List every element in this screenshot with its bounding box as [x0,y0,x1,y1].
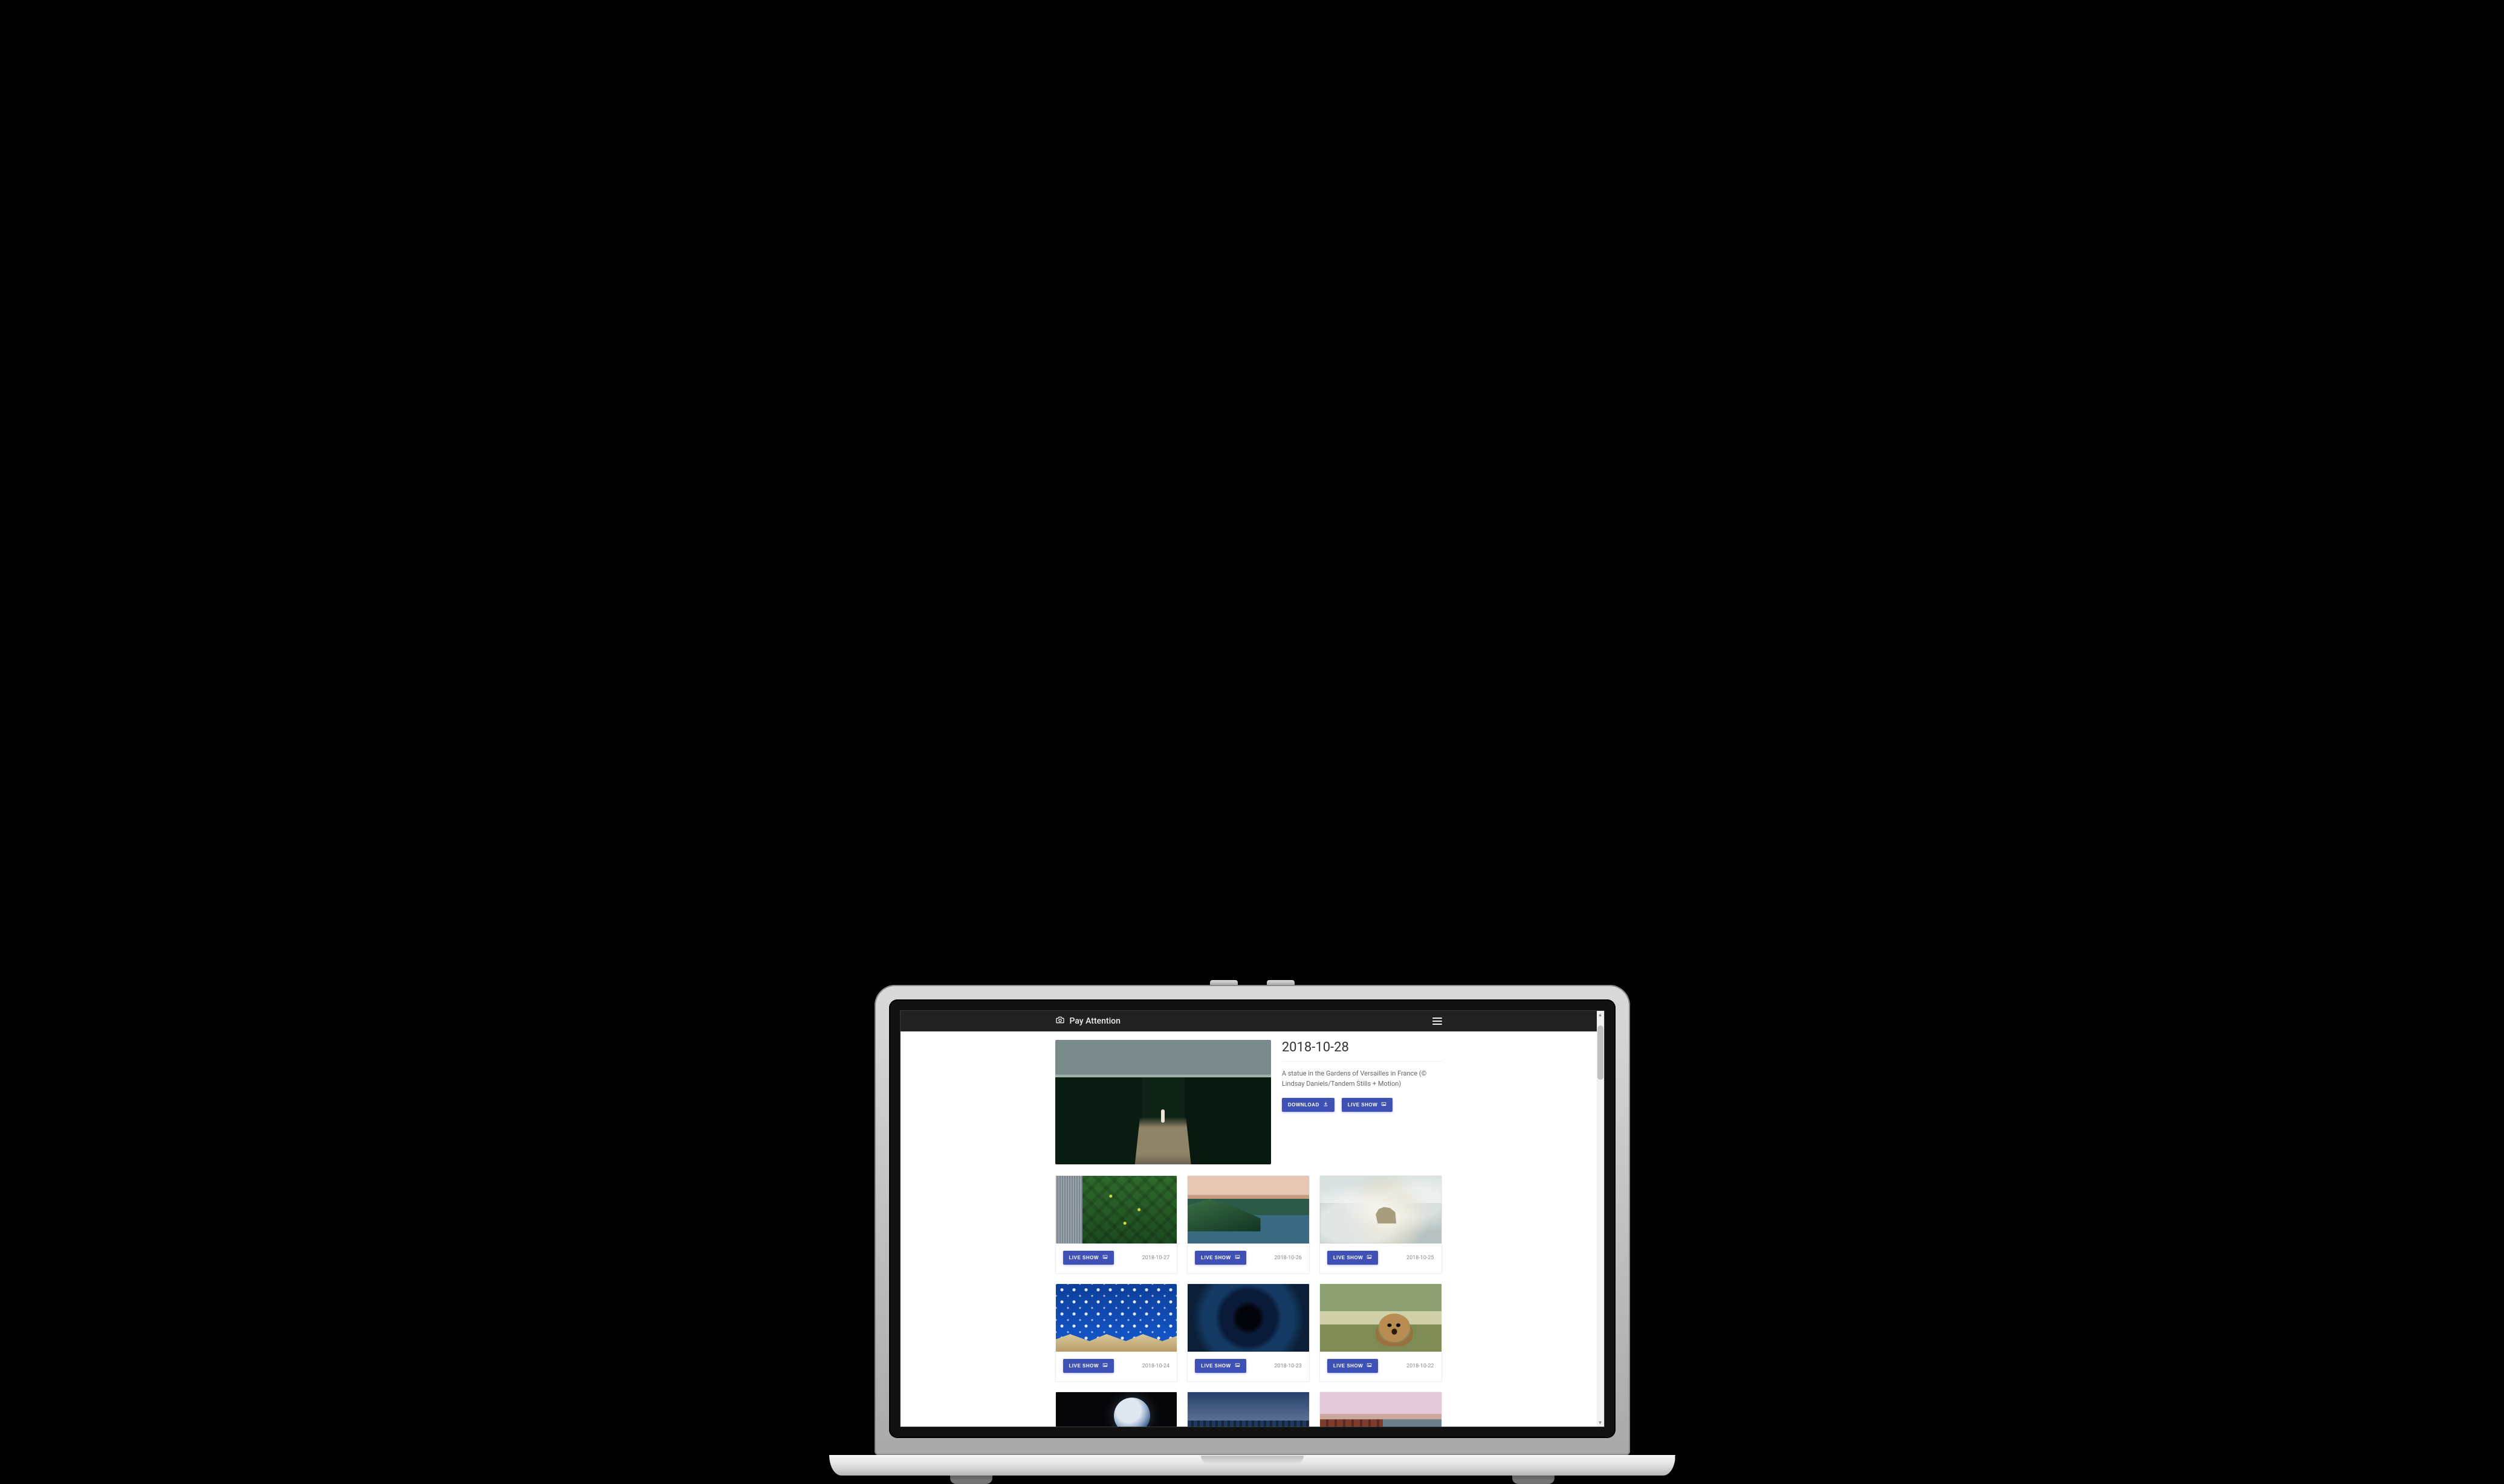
card-liveshow-button[interactable]: LIVE SHOW [1063,1251,1114,1265]
image-icon [1102,1254,1108,1261]
brand-link[interactable]: Pay Attention [1055,1015,1121,1027]
image-icon [1381,1102,1386,1108]
laptop-base [829,1455,1675,1476]
card-liveshow-button[interactable]: LIVE SHOW [1195,1359,1246,1373]
card-thumbnail[interactable] [1320,1284,1441,1352]
card: LIVE SHOW 2018-10-22 [1319,1283,1442,1382]
app-viewport: Pay Attention [901,1011,1597,1427]
card-liveshow-label: LIVE SHOW [1069,1255,1099,1260]
liveshow-label: LIVE SHOW [1348,1102,1377,1108]
scrollbar[interactable]: ▲ ▼ [1597,1011,1604,1427]
download-label: DOWNLOAD [1288,1102,1319,1108]
download-icon [1323,1102,1328,1108]
card-liveshow-button[interactable]: LIVE SHOW [1063,1359,1114,1373]
card-footer: LIVE SHOW 2018-10-26 [1188,1244,1309,1273]
divider [1282,1061,1442,1062]
download-button[interactable]: DOWNLOAD [1282,1098,1334,1112]
scroll-down-icon[interactable]: ▼ [1597,1420,1604,1425]
card-thumbnail[interactable] [1056,1392,1177,1427]
image-icon [1367,1363,1372,1369]
hero: 2018-10-28 A statue in the Gardens of Ve… [1055,1040,1442,1164]
card-thumbnail[interactable] [1056,1284,1177,1352]
brand-title: Pay Attention [1070,1016,1121,1026]
card-date: 2018-10-25 [1406,1255,1434,1261]
card-liveshow-label: LIVE SHOW [1201,1255,1231,1260]
screen: Pay Attention [900,1010,1605,1427]
scroll-up-icon[interactable]: ▲ [1597,1012,1604,1018]
card-footer: LIVE SHOW 2018-10-25 [1320,1244,1441,1273]
card: LIVE SHOW 2018-10-23 [1187,1283,1310,1382]
card-thumbnail[interactable] [1188,1176,1309,1244]
card [1319,1392,1442,1427]
menu-toggle[interactable] [1432,1018,1442,1025]
image-icon [1367,1254,1372,1261]
laptop-mockup: Pay Attention [875,985,1630,1484]
card-footer: LIVE SHOW 2018-10-22 [1320,1352,1441,1381]
hero-meta: 2018-10-28 A statue in the Gardens of Ve… [1282,1040,1442,1164]
card: LIVE SHOW 2018-10-24 [1055,1283,1178,1382]
hero-image[interactable] [1055,1040,1271,1164]
card-liveshow-label: LIVE SHOW [1069,1363,1099,1369]
card-thumbnail[interactable] [1188,1284,1309,1352]
card-footer: LIVE SHOW 2018-10-24 [1056,1352,1177,1381]
screen-bezel: Pay Attention [889,999,1616,1438]
hero-actions: DOWNLOAD LIVE SHOW [1282,1097,1442,1112]
card-date: 2018-10-24 [1142,1363,1170,1369]
card-liveshow-button[interactable]: LIVE SHOW [1195,1251,1246,1265]
card-date: 2018-10-26 [1274,1255,1301,1261]
card-liveshow-label: LIVE SHOW [1333,1255,1363,1260]
card-date: 2018-10-23 [1274,1363,1301,1369]
laptop-lid: Pay Attention [875,985,1630,1455]
card-footer: LIVE SHOW 2018-10-23 [1188,1352,1309,1381]
navbar: Pay Attention [901,1011,1597,1031]
page-content: 2018-10-28 A statue in the Gardens of Ve… [1055,1031,1442,1427]
card-liveshow-label: LIVE SHOW [1333,1363,1363,1369]
card-liveshow-button[interactable]: LIVE SHOW [1327,1251,1378,1265]
liveshow-button[interactable]: LIVE SHOW [1342,1098,1393,1112]
laptop-feet [950,1476,1554,1484]
image-icon [1102,1363,1108,1369]
card-thumbnail[interactable] [1188,1392,1309,1427]
card-thumbnail[interactable] [1320,1392,1441,1427]
image-icon [1235,1363,1240,1369]
hero-caption: A statue in the Gardens of Versailles in… [1282,1069,1442,1089]
image-icon [1235,1254,1240,1261]
card: LIVE SHOW 2018-10-25 [1319,1175,1442,1274]
camera-icon [1055,1015,1065,1027]
stage: Pay Attention [0,0,2504,1484]
card-liveshow-label: LIVE SHOW [1201,1363,1231,1369]
hero-date: 2018-10-28 [1282,1040,1442,1055]
scrollbar-thumb[interactable] [1597,1025,1603,1080]
card-date: 2018-10-22 [1406,1363,1434,1369]
card: LIVE SHOW 2018-10-27 [1055,1175,1178,1274]
card-footer: LIVE SHOW 2018-10-27 [1056,1244,1177,1273]
card-liveshow-button[interactable]: LIVE SHOW [1327,1359,1378,1373]
card [1187,1392,1310,1427]
card-date: 2018-10-27 [1142,1255,1170,1261]
card-grid: LIVE SHOW 2018-10-27 LIVE SHOW 2018-10-2… [1055,1175,1442,1427]
card-thumbnail[interactable] [1320,1176,1441,1244]
card-thumbnail[interactable] [1056,1176,1177,1244]
card: LIVE SHOW 2018-10-26 [1187,1175,1310,1274]
card [1055,1392,1178,1427]
